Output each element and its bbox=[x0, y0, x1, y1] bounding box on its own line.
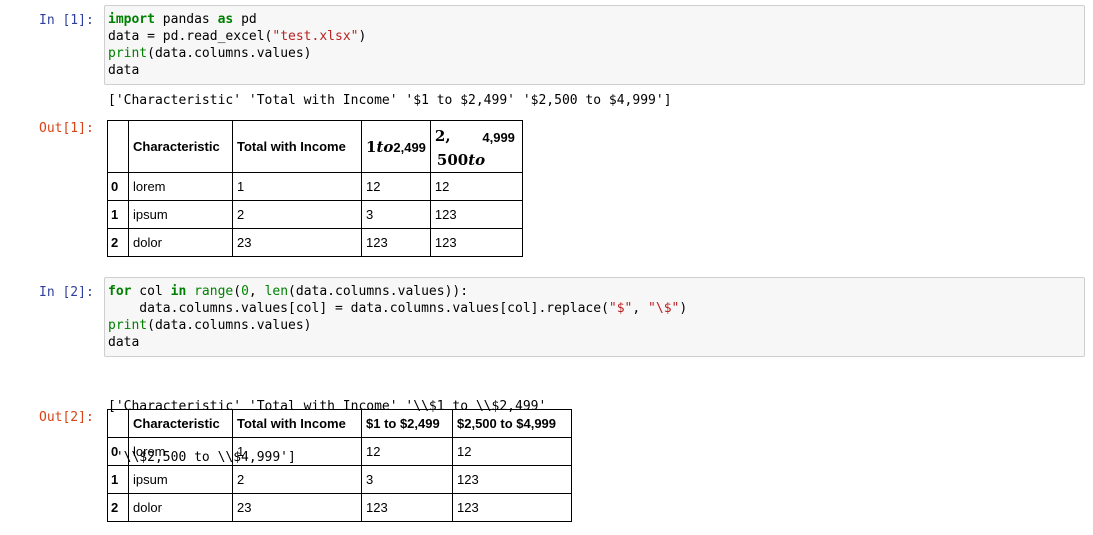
index-header bbox=[107, 409, 129, 438]
math-fragment: 500 bbox=[436, 150, 469, 169]
code-token: "test.xlsx" bbox=[272, 29, 359, 44]
math-fragment: to bbox=[468, 150, 486, 169]
table-cell: ipsum bbox=[128, 465, 233, 494]
table-cell: 12 bbox=[429, 172, 523, 201]
code-line: data bbox=[108, 335, 140, 350]
cell-1-code-editor[interactable]: import pandas as pd data = pd.read_excel… bbox=[104, 5, 1085, 85]
table-cell: 123 bbox=[452, 493, 572, 522]
column-header: Characteristic bbox=[128, 409, 233, 438]
code-token: 0 bbox=[241, 284, 249, 299]
row-index: 0 bbox=[107, 437, 129, 466]
code-line: print(data.columns.values) bbox=[108, 318, 312, 333]
table-cell: lorem bbox=[128, 437, 233, 466]
table-cell: 3 bbox=[361, 465, 453, 494]
table-cell: 1 bbox=[232, 172, 362, 201]
cell-2-dataframe: Characteristic Total with Income $1 to $… bbox=[107, 409, 572, 522]
code-token: range bbox=[194, 284, 234, 299]
code-token: print bbox=[108, 318, 148, 333]
row-index: 2 bbox=[107, 493, 129, 522]
table-cell: dolor bbox=[128, 493, 233, 522]
math-fragment: 2,499 bbox=[393, 139, 426, 155]
column-header: $1 to $2,499 bbox=[361, 409, 453, 438]
code-token: import bbox=[108, 12, 155, 27]
cell-1-in-prompt: In [1]: bbox=[39, 13, 94, 28]
cell-1-out-prompt: Out[1]: bbox=[39, 121, 94, 136]
code-line: for col in range(0, len(data.columns.val… bbox=[108, 284, 469, 299]
code-line: import pandas as pd bbox=[108, 12, 257, 27]
table-cell: 1 bbox=[232, 437, 362, 466]
column-header-mathjax: 2, 4,999 500to bbox=[429, 120, 523, 173]
math-fragment: 500to bbox=[437, 151, 485, 169]
table-row: 0 lorem 1 12 12 bbox=[107, 172, 523, 201]
table-cell: 123 bbox=[429, 200, 523, 229]
code-line: print(data.columns.values) bbox=[108, 46, 312, 61]
code-token: "\$" bbox=[648, 301, 680, 316]
table-cell: 2 bbox=[232, 465, 362, 494]
table-cell: 123 bbox=[361, 228, 431, 257]
column-header-mathjax: 1to2,499 bbox=[361, 120, 431, 173]
table-cell: 23 bbox=[232, 228, 362, 257]
row-index: 0 bbox=[107, 172, 129, 201]
code-line: data = pd.read_excel("test.xlsx") bbox=[108, 29, 367, 44]
row-index: 2 bbox=[107, 228, 129, 257]
table-cell: 123 bbox=[429, 228, 523, 257]
table-cell: 12 bbox=[452, 437, 572, 466]
table-cell: 12 bbox=[361, 172, 431, 201]
code-token: print bbox=[108, 46, 148, 61]
code-line: data.columns.values[col] = data.columns.… bbox=[108, 301, 688, 316]
code-token: in bbox=[170, 284, 187, 299]
table-cell: 123 bbox=[452, 465, 572, 494]
code-token: "$" bbox=[608, 301, 633, 316]
row-index: 1 bbox=[107, 200, 129, 229]
table-row: 2 dolor 23 123 123 bbox=[107, 228, 523, 257]
table-row: 1 ipsum 2 3 123 bbox=[107, 465, 572, 494]
code-token: as bbox=[217, 12, 234, 27]
cell-2-code-editor[interactable]: for col in range(0, len(data.columns.val… bbox=[104, 277, 1085, 357]
code-token: len bbox=[264, 284, 289, 299]
column-header: Total with Income bbox=[232, 120, 362, 173]
table-cell: dolor bbox=[128, 228, 233, 257]
table-row: 2 dolor 23 123 123 bbox=[107, 493, 572, 522]
column-header: Characteristic bbox=[128, 120, 233, 173]
table-cell: 23 bbox=[232, 493, 362, 522]
table-cell: 123 bbox=[361, 493, 453, 522]
code-line: data bbox=[108, 63, 140, 78]
table-cell: lorem bbox=[128, 172, 233, 201]
cell-1-stdout: ['Characteristic' 'Total with Income' '$… bbox=[108, 93, 672, 108]
math-fragment: 4,999 bbox=[482, 129, 515, 145]
cell-2-out-prompt: Out[2]: bbox=[39, 410, 94, 425]
cell-2-in-prompt: In [2]: bbox=[39, 285, 94, 300]
column-header: Total with Income bbox=[232, 409, 362, 438]
column-header: $2,500 to $4,999 bbox=[452, 409, 572, 438]
table-row: 1 ipsum 2 3 123 bbox=[107, 200, 523, 229]
math-fragment: 2, bbox=[434, 126, 451, 145]
index-header bbox=[107, 120, 129, 173]
table-cell: 3 bbox=[361, 200, 431, 229]
table-cell: 12 bbox=[361, 437, 453, 466]
row-index: 1 bbox=[107, 465, 129, 494]
code-token: for bbox=[108, 284, 132, 299]
math-fragment: 1 bbox=[366, 137, 377, 156]
table-cell: ipsum bbox=[128, 200, 233, 229]
table-cell: 2 bbox=[232, 200, 362, 229]
table-row: 0 lorem 1 12 12 bbox=[107, 437, 572, 466]
math-fragment: to bbox=[376, 137, 394, 156]
cell-1-dataframe: Characteristic Total with Income 1to2,49… bbox=[107, 120, 523, 257]
